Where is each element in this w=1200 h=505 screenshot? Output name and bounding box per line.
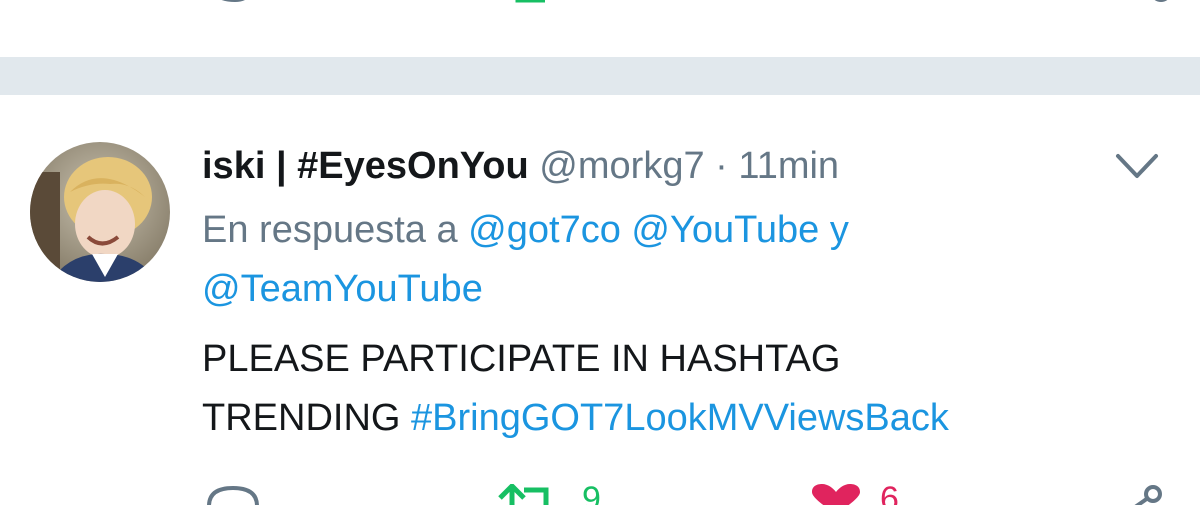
tweet-header: iski | #EyesOnYou @morkg7 · 11min <box>202 143 839 189</box>
share-icon[interactable] <box>1118 484 1168 505</box>
tweet-text: TRENDING <box>202 397 401 439</box>
share-icon[interactable] <box>1146 0 1176 8</box>
user-avatar[interactable] <box>30 142 170 282</box>
avatar-image <box>30 142 170 282</box>
mention-link[interactable]: @got7co <box>468 209 621 251</box>
mention-link[interactable]: @TeamYouTube <box>202 268 483 310</box>
like-icon[interactable] <box>822 0 852 8</box>
display-name[interactable]: iski | #EyesOnYou <box>202 145 529 187</box>
hashtag-link[interactable]: #BringGOT7LookMVViewsBack <box>411 397 949 439</box>
like-icon[interactable] <box>808 484 864 505</box>
reply-context: En respuesta a @got7co @YouTube y <box>202 206 849 254</box>
retweet-count: 9 <box>582 480 601 505</box>
reply-conjunction: y <box>829 209 849 251</box>
retweet-icon[interactable] <box>510 0 560 8</box>
tweet-text: PLEASE PARTICIPATE IN HASHTAG <box>202 338 841 380</box>
chevron-down-icon[interactable] <box>1112 146 1162 186</box>
reply-context-continued: @TeamYouTube <box>202 264 483 314</box>
reply-icon[interactable] <box>205 0 255 8</box>
previous-tweet-actions <box>0 0 1200 10</box>
header-separator: · <box>715 145 728 187</box>
user-handle[interactable]: @morkg7 <box>539 145 704 187</box>
tweet-text-line: TRENDING #BringGOT7LookMVViewsBack <box>202 392 949 444</box>
tweet-actions: 9 6 <box>0 478 1200 505</box>
mention-link[interactable]: @YouTube <box>631 209 819 251</box>
reply-icon[interactable] <box>205 484 261 505</box>
tweet-timestamp[interactable]: 11min <box>738 145 839 187</box>
like-count: 6 <box>880 480 899 505</box>
tweet-text-line: PLEASE PARTICIPATE IN HASHTAG <box>202 333 840 385</box>
reply-prefix: En respuesta a <box>202 209 458 251</box>
tweet-separator <box>0 57 1200 95</box>
retweet-icon[interactable] <box>496 484 562 505</box>
